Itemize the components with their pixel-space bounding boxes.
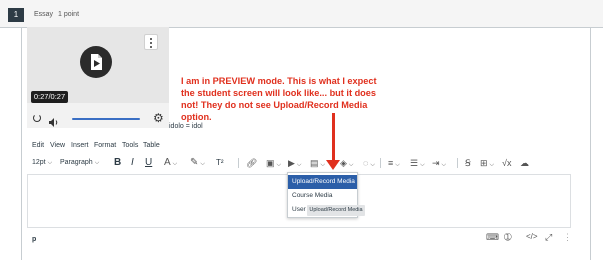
bullet-list-icon[interactable]: ☰ ⌵ bbox=[410, 155, 425, 171]
annotation-text: I am in PREVIEW mode. This is what I exp… bbox=[181, 76, 377, 122]
html-editor-icon[interactable]: </> bbox=[526, 232, 538, 242]
toolbar-divider bbox=[457, 158, 458, 168]
block-format-value: Paragraph bbox=[60, 159, 93, 166]
resize-handle-icon[interactable]: ⋮ bbox=[563, 232, 573, 242]
keyboard-icon[interactable]: ⌨ bbox=[486, 232, 499, 242]
question-number: 1 bbox=[8, 8, 24, 22]
menu-item-course-media[interactable]: Course Media bbox=[288, 189, 357, 203]
menu-tools[interactable]: Tools bbox=[122, 142, 138, 149]
fullscreen-icon[interactable]: ⤢ bbox=[545, 232, 555, 242]
menu-edit[interactable]: Edit bbox=[32, 142, 44, 149]
bold-button[interactable]: B bbox=[114, 155, 121, 171]
replay-icon[interactable] bbox=[33, 114, 41, 122]
text-color-icon[interactable]: A ⌵ bbox=[164, 155, 177, 171]
editor-toolbar: 12pt ⌵ Paragraph ⌵ B I U A ⌵ ✎ ⌵ T² 🔗︎ ▣ ⌵ ▶ ⌵… bbox=[32, 155, 572, 171]
menu-table[interactable]: Table bbox=[143, 142, 160, 149]
indent-icon[interactable]: ⇥ ⌵ bbox=[432, 155, 446, 171]
volume-icon[interactable] bbox=[49, 114, 59, 127]
block-format-select[interactable]: Paragraph ⌵ bbox=[60, 155, 99, 171]
player-controls: ⚙ bbox=[27, 110, 169, 128]
embed-icon[interactable]: ◌ ⌵ bbox=[363, 155, 375, 171]
highlight-color-icon[interactable]: ✎ ⌵ bbox=[190, 155, 205, 171]
playback-progress-bar[interactable] bbox=[72, 118, 140, 120]
apps-icon[interactable]: ☁ bbox=[520, 155, 529, 171]
settings-gear-icon[interactable]: ⚙ bbox=[153, 112, 164, 124]
font-size-value: 12pt bbox=[32, 159, 46, 166]
menu-format[interactable]: Format bbox=[94, 142, 116, 149]
element-path: p bbox=[32, 236, 37, 243]
video-file-icon[interactable] bbox=[80, 46, 112, 78]
editor-statusbar: p ⌨ ➀ </> ⤢ ⋮ bbox=[27, 230, 573, 246]
menu-view[interactable]: View bbox=[50, 142, 65, 149]
media-icon[interactable]: ▶ ⌵ bbox=[288, 155, 301, 171]
menu-insert[interactable]: Insert bbox=[71, 142, 89, 149]
document-icon[interactable]: ▤ ⌵ bbox=[310, 155, 325, 171]
toolbar-divider bbox=[238, 158, 239, 168]
italic-button[interactable]: I bbox=[131, 155, 134, 171]
font-size-select[interactable]: 12pt ⌵ bbox=[32, 155, 52, 171]
more-options-icon[interactable] bbox=[144, 34, 158, 50]
question-points: 1 point bbox=[58, 11, 80, 18]
menu-item-upload-record-media[interactable]: Upload/Record Media bbox=[288, 175, 357, 189]
equation-icon[interactable]: ◈ ⌵ bbox=[340, 155, 353, 171]
table-icon[interactable]: ⊞ ⌵ bbox=[480, 155, 494, 171]
link-icon[interactable]: 🔗︎ bbox=[246, 155, 257, 171]
accessibility-icon[interactable]: ➀ bbox=[504, 232, 514, 242]
superscript-button[interactable]: T² bbox=[216, 155, 224, 171]
image-icon[interactable]: ▣ ⌵ bbox=[266, 155, 281, 171]
question-header: 1 Essay 1 point bbox=[0, 0, 603, 28]
align-icon[interactable]: ≡ ⌵ bbox=[388, 155, 400, 171]
clear-formatting-icon[interactable]: Ꞩ bbox=[465, 155, 471, 171]
underline-button[interactable]: U bbox=[145, 155, 152, 171]
toolbar-divider bbox=[380, 158, 381, 168]
tooltip: Upload/Record Media bbox=[307, 205, 365, 216]
media-caption: idolo = idol bbox=[169, 123, 203, 130]
question-type: Essay bbox=[34, 11, 54, 18]
math-icon[interactable]: √x bbox=[502, 155, 511, 171]
playback-time: 0:27/0:27 bbox=[31, 91, 68, 103]
